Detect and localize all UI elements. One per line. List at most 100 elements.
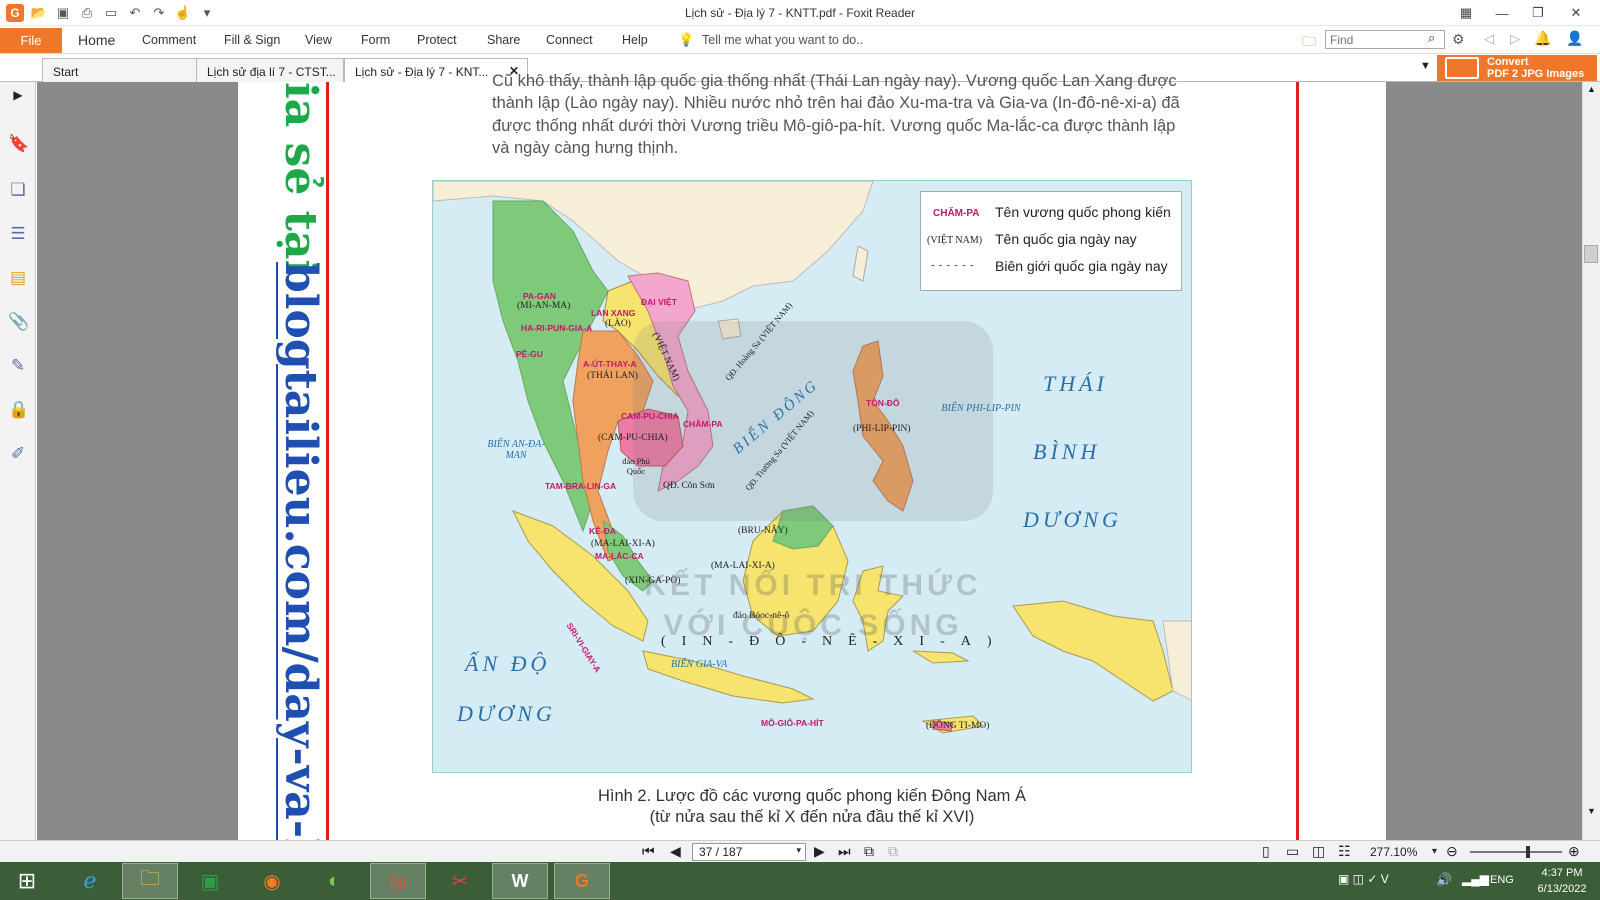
previous-view-icon[interactable]: ◁	[1484, 31, 1494, 47]
clock-time: 4:37 PM	[1541, 867, 1583, 879]
kingdom-label: MA-LẮC-CA	[595, 551, 644, 561]
first-page-icon[interactable]: ⏮	[642, 843, 655, 860]
zoom-level[interactable]: 277.10%	[1370, 845, 1417, 859]
tab-lich-su-ctst[interactable]: Lịch sử địa lí 7 - CTST...	[196, 58, 344, 82]
chrome-icon[interactable]: ◎	[370, 863, 426, 899]
attachments-icon[interactable]: 📎	[8, 312, 29, 332]
settings-gear-icon[interactable]: ⚙	[1452, 31, 1465, 48]
network-signal-icon[interactable]: ▂▄▆	[1462, 872, 1489, 886]
convert-label-line2: PDF 2 JPG Images	[1487, 68, 1585, 80]
firefox-icon[interactable]: ◉	[244, 863, 300, 899]
tab-label: Lịch sử - Địa lý 7 - KNT...	[355, 65, 489, 79]
pages-icon[interactable]: ❏	[8, 180, 28, 200]
internet-explorer-icon[interactable]: ℯ	[62, 863, 118, 899]
zoom-slider-handle[interactable]	[1526, 846, 1530, 858]
place-label: đảo Phú Quốc	[622, 456, 650, 476]
menu-home[interactable]: Home	[78, 32, 115, 48]
kingdom-label: HA-RI-PUN-GIA-A	[521, 323, 593, 333]
ocean-label: BÌNH	[1033, 439, 1101, 464]
expand-panel-icon[interactable]: ▶	[8, 88, 28, 108]
next-view-icon[interactable]: ▷	[1510, 31, 1520, 47]
zoom-out-icon[interactable]: ⊖	[1446, 843, 1458, 860]
layers-icon[interactable]: ☰	[8, 224, 28, 244]
menu-view[interactable]: View	[305, 33, 332, 47]
ocean-label: ẤN ĐỘ	[465, 651, 551, 676]
zoom-slider[interactable]	[1470, 851, 1562, 853]
ccleaner-icon[interactable]: ✂	[432, 863, 488, 899]
continuous-facing-icon[interactable]: ☷	[1338, 843, 1351, 860]
sea-label: BIỂN GIA-VA	[671, 659, 728, 670]
coccoc-browser-icon[interactable]: ◐	[306, 863, 362, 899]
menu-form[interactable]: Form	[361, 33, 390, 47]
restore-button[interactable]: ❐	[1524, 3, 1552, 23]
tab-start[interactable]: Start	[42, 58, 197, 82]
security-lock-icon[interactable]: 🔒	[8, 400, 29, 420]
menu-fill-sign[interactable]: Fill & Sign	[224, 33, 280, 47]
paragraph-line: và ngày càng hưng thịnh.	[492, 139, 679, 157]
paragraph-line: Cũ khô thấy, thành lập quốc gia thống nh…	[492, 72, 1177, 90]
next-page-icon[interactable]: ▶	[814, 843, 825, 860]
search-icon[interactable]: ⌕	[1428, 30, 1435, 46]
sea-label: BIỂN AN-ĐA-MAN	[487, 439, 545, 461]
scroll-up-icon[interactable]: ▲	[1587, 84, 1596, 94]
menu-comment[interactable]: Comment	[142, 33, 196, 47]
tab-list-dropdown-icon[interactable]: ▼	[1420, 60, 1431, 72]
zoom-in-icon[interactable]: ⊕	[1568, 843, 1580, 860]
watermark-green-label: ia sẻ tại	[276, 82, 326, 272]
country-label: (LÀO)	[605, 319, 631, 329]
find-input[interactable]	[1325, 30, 1445, 49]
menu-protect[interactable]: Protect	[417, 33, 457, 47]
bookmark-icon[interactable]: 🔖	[8, 134, 29, 154]
ocean-label: DƯƠNG	[1023, 507, 1122, 532]
facing-page-icon[interactable]: ◫	[1312, 843, 1325, 860]
foxit-reader-taskbar-icon[interactable]: G	[554, 863, 610, 899]
kingdom-label: A-ÚT-THAY-A	[583, 359, 637, 369]
menu-help[interactable]: Help	[622, 33, 648, 47]
menu-connect[interactable]: Connect	[546, 33, 593, 47]
last-page-icon[interactable]: ⏭	[838, 843, 851, 860]
vertical-scrollbar[interactable]: ▲ ▼	[1582, 82, 1600, 840]
scroll-down-icon[interactable]: ▼	[1587, 806, 1596, 816]
next-view-status-icon[interactable]: ⧉	[888, 843, 898, 860]
red-margin-line-right	[1296, 82, 1299, 840]
account-icon[interactable]: 👤	[1566, 30, 1583, 47]
watermark-blue-label: blogtailieu.com/day-va-ho	[276, 262, 326, 842]
start-button-icon[interactable]: ⊞	[2, 863, 52, 899]
previous-page-icon[interactable]: ◀	[670, 843, 681, 860]
kingdom-label: TÔN-ĐÔ	[866, 398, 900, 408]
window-title: Lịch sử - Địa lý 7 - KNTT.pdf - Foxit Re…	[684, 6, 916, 20]
close-window-button[interactable]: ✕	[1562, 3, 1590, 23]
tray-apps-icon[interactable]: ▣ ◫ ✓ V	[1338, 872, 1389, 886]
continuous-page-icon[interactable]: ▭	[1286, 843, 1299, 860]
signature-icon[interactable]: ✎	[8, 356, 28, 376]
store-icon[interactable]: ▣	[182, 863, 238, 899]
legend-key-kingdom: CHĂM-PA	[933, 208, 980, 219]
windows-taskbar: ⊞ ℯ 🗀 ▣ ◉ ◐ ◎ ✂ W G ▣ ◫ ✓ V 🔊 ▂▄▆ ENG 4:…	[0, 862, 1600, 900]
country-label: (XIN-GA-PO)	[625, 576, 681, 586]
menu-share[interactable]: Share	[487, 33, 520, 47]
tell-me-search[interactable]: Tell me what you want to do..	[702, 33, 863, 47]
watermark-blue-link: blogtailieu.com/day-va-ho	[276, 262, 326, 842]
ribbon-display-icon[interactable]: ▦	[1452, 3, 1480, 23]
system-clock[interactable]: 4:37 PM 6/13/2022	[1524, 865, 1600, 897]
file-menu-button[interactable]: File	[0, 28, 62, 53]
red-margin-line-left	[326, 82, 329, 840]
find-folder-icon[interactable]: 🗀	[1302, 31, 1316, 55]
paragraph-line: được thống nhất dưới thời Vương triều Mô…	[492, 116, 1176, 135]
comments-icon[interactable]: ▤	[8, 268, 28, 288]
volume-icon[interactable]: 🔊	[1436, 872, 1452, 888]
legend-text-country: Tên quốc gia ngày nay	[995, 231, 1137, 247]
single-page-icon[interactable]: ▯	[1262, 843, 1270, 860]
minimize-button[interactable]: —	[1488, 3, 1516, 23]
notification-bell-icon[interactable]: 🔔	[1534, 30, 1551, 47]
certificate-icon[interactable]: ✐	[8, 444, 28, 464]
scrollbar-thumb[interactable]	[1584, 245, 1598, 263]
file-explorer-icon[interactable]: 🗀	[122, 863, 178, 899]
language-indicator[interactable]: ENG	[1490, 874, 1514, 886]
page-dropdown-icon[interactable]: ▾	[796, 845, 801, 856]
page-number-input[interactable]: 37 / 187 ▾	[692, 843, 806, 861]
word-icon[interactable]: W	[492, 863, 548, 899]
previous-view-status-icon[interactable]: ⧉	[864, 843, 874, 860]
zoom-dropdown-icon[interactable]: ▾	[1432, 846, 1437, 857]
kingdom-label: PÊ-GU	[516, 349, 543, 359]
